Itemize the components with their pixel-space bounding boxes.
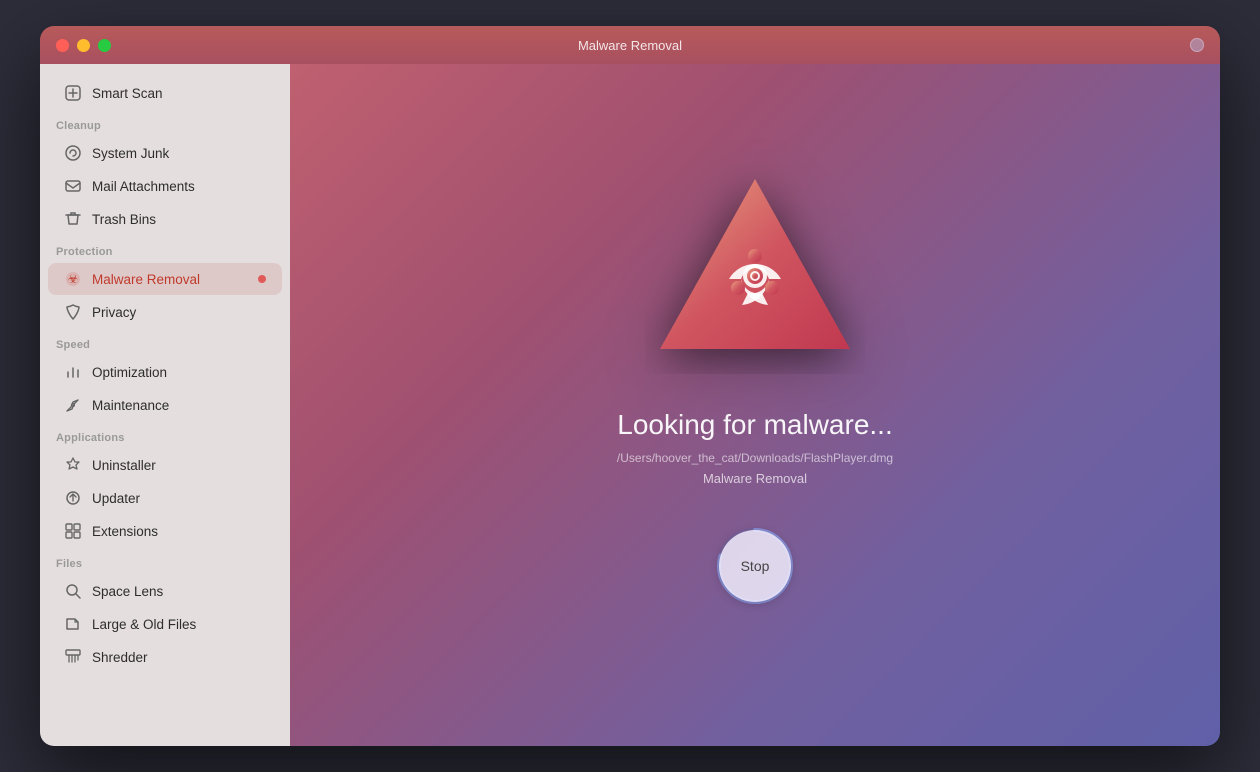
trash-bins-icon xyxy=(64,210,82,228)
status-path: /Users/hoover_the_cat/Downloads/FlashPla… xyxy=(617,451,893,465)
malware-removal-icon: ☣ xyxy=(64,270,82,288)
space-lens-label: Space Lens xyxy=(92,584,266,599)
sidebar-item-space-lens[interactable]: Space Lens xyxy=(48,575,282,607)
malware-removal-label: Malware Removal xyxy=(92,272,248,287)
malware-badge xyxy=(258,275,266,283)
window-controls xyxy=(56,39,111,52)
main-content: Smart Scan Cleanup System Junk xyxy=(40,64,1220,746)
app-window: Malware Removal Smart Scan Cleanup xyxy=(40,26,1220,746)
stop-button[interactable]: Stop xyxy=(719,530,791,602)
sidebar-item-trash-bins[interactable]: Trash Bins xyxy=(48,203,282,235)
large-old-files-icon xyxy=(64,615,82,633)
mail-attachments-icon xyxy=(64,177,82,195)
optimization-label: Optimization xyxy=(92,365,266,380)
smart-scan-icon xyxy=(64,84,82,102)
maximize-button[interactable] xyxy=(98,39,111,52)
section-label-files: Files xyxy=(40,548,290,574)
uninstaller-label: Uninstaller xyxy=(92,458,266,473)
shredder-label: Shredder xyxy=(92,650,266,665)
mail-attachments-label: Mail Attachments xyxy=(92,179,266,194)
biohazard-icon xyxy=(645,164,865,374)
system-junk-label: System Junk xyxy=(92,146,266,161)
smart-scan-label: Smart Scan xyxy=(92,86,266,101)
section-label-speed: Speed xyxy=(40,329,290,355)
sidebar-item-large-old-files[interactable]: Large & Old Files xyxy=(48,608,282,640)
title-bar-controls xyxy=(1190,38,1204,52)
window-title: Malware Removal xyxy=(578,38,682,53)
title-bar: Malware Removal xyxy=(40,26,1220,64)
sidebar-item-maintenance[interactable]: Maintenance xyxy=(48,389,282,421)
sidebar-item-mail-attachments[interactable]: Mail Attachments xyxy=(48,170,282,202)
status-indicator xyxy=(1190,38,1204,52)
section-label-protection: Protection xyxy=(40,236,290,262)
sidebar-item-smart-scan[interactable]: Smart Scan xyxy=(48,77,282,109)
extensions-icon xyxy=(64,522,82,540)
biohazard-icon-container xyxy=(645,164,865,379)
updater-label: Updater xyxy=(92,491,266,506)
sidebar-item-system-junk[interactable]: System Junk xyxy=(48,137,282,169)
shredder-icon xyxy=(64,648,82,666)
sidebar-item-privacy[interactable]: Privacy xyxy=(48,296,282,328)
privacy-label: Privacy xyxy=(92,305,266,320)
section-label-cleanup: Cleanup xyxy=(40,110,290,136)
main-panel: Looking for malware... /Users/hoover_the… xyxy=(290,64,1220,746)
large-old-files-label: Large & Old Files xyxy=(92,617,266,632)
sidebar: Smart Scan Cleanup System Junk xyxy=(40,64,290,746)
maintenance-label: Maintenance xyxy=(92,398,266,413)
optimization-icon xyxy=(64,363,82,381)
extensions-label: Extensions xyxy=(92,524,266,539)
close-button[interactable] xyxy=(56,39,69,52)
maintenance-icon xyxy=(64,396,82,414)
sidebar-item-optimization[interactable]: Optimization xyxy=(48,356,282,388)
privacy-icon xyxy=(64,303,82,321)
sidebar-item-malware-removal[interactable]: ☣ Malware Removal xyxy=(48,263,282,295)
trash-bins-label: Trash Bins xyxy=(92,212,266,227)
system-junk-icon xyxy=(64,144,82,162)
svg-text:☣: ☣ xyxy=(68,272,79,286)
sidebar-item-extensions[interactable]: Extensions xyxy=(48,515,282,547)
sidebar-item-uninstaller[interactable]: Uninstaller xyxy=(48,449,282,481)
uninstaller-icon xyxy=(64,456,82,474)
space-lens-icon xyxy=(64,582,82,600)
status-heading: Looking for malware... xyxy=(617,409,892,441)
status-module: Malware Removal xyxy=(703,471,807,486)
sidebar-item-shredder[interactable]: Shredder xyxy=(48,641,282,673)
section-label-applications: Applications xyxy=(40,422,290,448)
updater-icon xyxy=(64,489,82,507)
stop-button-container: Stop xyxy=(715,526,795,606)
sidebar-item-updater[interactable]: Updater xyxy=(48,482,282,514)
minimize-button[interactable] xyxy=(77,39,90,52)
